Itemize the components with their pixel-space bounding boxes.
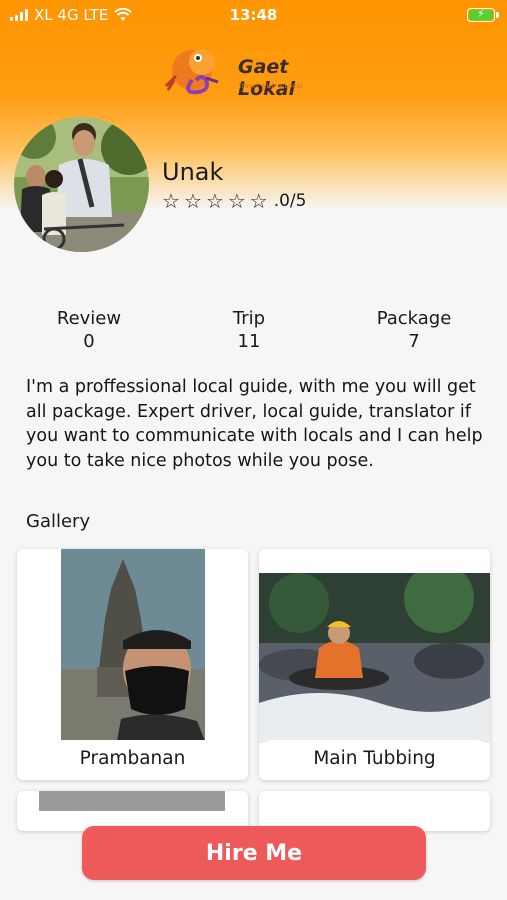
- stat-package: Package 7: [339, 308, 489, 352]
- gallery-card-main-tubbing[interactable]: Main Tubbing: [259, 549, 490, 780]
- rating-text: .0/5: [273, 191, 307, 211]
- gallery-photo: [259, 573, 490, 743]
- gallery-card-label: Main Tubbing: [259, 740, 490, 780]
- stat-value: 0: [83, 331, 95, 352]
- gallery-photo: [39, 791, 225, 811]
- gallery-photo: [61, 549, 205, 741]
- app-logo: Gaet Lokal Travel with a Local: [162, 40, 352, 100]
- stat-label: Trip: [232, 308, 266, 329]
- stat-value: 7: [408, 331, 420, 352]
- gallery-title: Gallery: [26, 511, 91, 532]
- battery-icon: [467, 7, 499, 22]
- guide-name: Unak: [162, 158, 224, 186]
- star-empty-icon: ☆: [162, 189, 180, 213]
- logo-name: Gaet Lokal: [238, 56, 296, 100]
- gallery-card-partial[interactable]: [259, 791, 490, 831]
- status-bar: XL 4G LTE 13:48: [0, 0, 507, 32]
- stat-value: 11: [237, 331, 261, 352]
- star-empty-icon: ☆: [249, 189, 268, 213]
- gallery-card-label: Prambanan: [17, 740, 248, 780]
- gallery-card-partial[interactable]: [17, 791, 248, 831]
- gallery-card-prambanan[interactable]: Prambanan: [17, 549, 248, 780]
- star-empty-icon: ☆: [205, 189, 224, 213]
- logo-tagline: Travel with a Local: [238, 82, 303, 90]
- stat-label: Package: [376, 308, 452, 329]
- guide-bio: I'm a proffessional local guide, with me…: [26, 377, 483, 471]
- guide-photo: [14, 117, 149, 252]
- hire-me-button[interactable]: Hire Me: [82, 826, 426, 880]
- stat-review: Review 0: [14, 308, 164, 352]
- stat-trip: Trip 11: [174, 308, 324, 352]
- chameleon-logo-icon: [164, 49, 219, 95]
- guide-avatar[interactable]: [14, 117, 149, 252]
- stat-label: Review: [56, 308, 122, 329]
- status-time: 13:48: [229, 6, 278, 24]
- rating: ☆ ☆ ☆ ☆ ☆ .0/5: [162, 191, 306, 211]
- star-empty-icon: ☆: [227, 189, 246, 213]
- star-empty-icon: ☆: [183, 189, 202, 213]
